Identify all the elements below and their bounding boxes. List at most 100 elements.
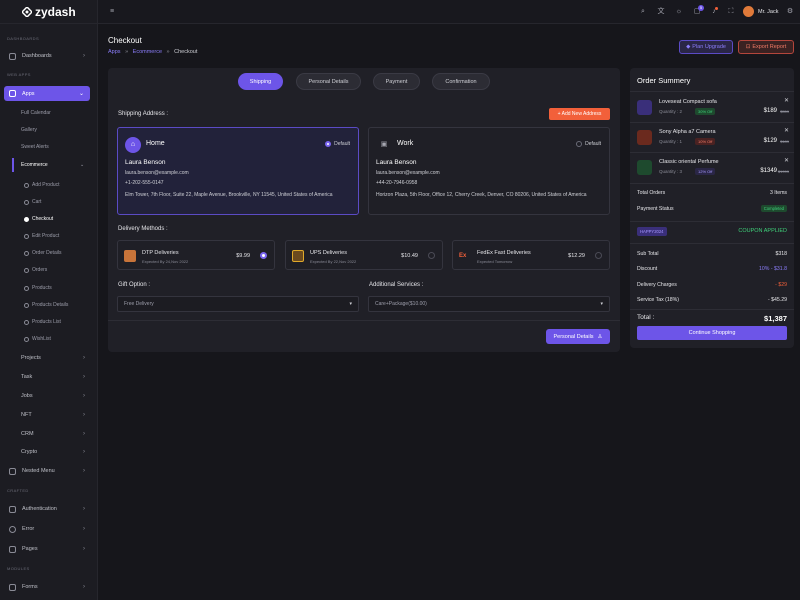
- close-icon[interactable]: ✕: [784, 157, 789, 164]
- sidebar-item-orders[interactable]: Orders: [24, 267, 47, 273]
- brand-logo[interactable]: zydash: [0, 0, 97, 24]
- sidebar-item-label: Task: [21, 374, 33, 380]
- radio-selected-icon: [325, 141, 332, 147]
- sidebar-item-sweet-alerts[interactable]: Sweet Alerts: [21, 144, 49, 150]
- fedex-logo-icon: Ex: [459, 253, 467, 259]
- item-old-price: $189: [780, 139, 789, 144]
- total-orders-value: 3 Items: [769, 190, 787, 196]
- sidebar-item-projects[interactable]: Projects ›: [9, 352, 91, 364]
- export-report-button[interactable]: ⊡ Export Report: [738, 40, 794, 54]
- sidebar-item-cart[interactable]: Cart: [24, 199, 41, 205]
- plan-upgrade-label: Plan Upgrade: [692, 44, 726, 50]
- sidebar-item-products-details[interactable]: Products Details: [24, 302, 68, 308]
- cart-count-badge: 5: [698, 5, 704, 11]
- sidebar-item-ecommerce[interactable]: Ecommerce: [21, 162, 48, 168]
- additional-services-select[interactable]: Care+Package($10.00) ▾: [368, 296, 610, 312]
- sidebar-item-products-list[interactable]: Products List: [24, 319, 61, 325]
- plan-upgrade-button[interactable]: ◆ Plan Upgrade: [679, 40, 733, 54]
- address-card-home[interactable]: ⌂ Home Default Laura Benson laura.benson…: [117, 127, 359, 215]
- radio-selected-icon[interactable]: [260, 252, 267, 259]
- sidebar-item-checkout[interactable]: Checkout: [24, 216, 53, 222]
- tab-payment[interactable]: Payment: [373, 73, 420, 90]
- menu-icon[interactable]: ≡: [108, 8, 116, 16]
- breadcrumb-ecommerce[interactable]: Ecommerce: [133, 49, 162, 55]
- discount-row: Discount 10% - $31.8: [637, 266, 787, 272]
- apps-icon: [9, 90, 16, 97]
- gift-option-select[interactable]: Free Delivery ▾: [117, 296, 359, 312]
- sidebar-item-label: Pages: [22, 546, 38, 552]
- export-icon: ⊡: [745, 44, 751, 50]
- item-name: Sony Alpha a7 Camera: [659, 129, 716, 135]
- avatar[interactable]: [743, 6, 754, 17]
- delivery-expected: Expected Tomorrow: [477, 259, 513, 264]
- fullscreen-icon[interactable]: ⛶: [727, 8, 735, 16]
- home-icon: ⌂: [125, 137, 141, 153]
- sidebar-item-apps[interactable]: Apps ⌄: [4, 86, 90, 101]
- pages-icon: [9, 545, 16, 553]
- sidebar-item-task[interactable]: Task ›: [9, 371, 91, 383]
- sidebar-item-dashboards[interactable]: Dashboards ›: [9, 50, 91, 62]
- sidebar-item-jobs[interactable]: Jobs ›: [9, 390, 91, 402]
- delivery-box-icon: [124, 250, 136, 262]
- lock-icon: [9, 505, 16, 513]
- nested-menu-icon: [9, 467, 16, 475]
- radio-empty-icon[interactable]: [595, 252, 602, 259]
- sidebar-item-nft[interactable]: NFT ›: [9, 409, 91, 421]
- total-orders-row: Total Orders 3 Items: [637, 190, 787, 196]
- shipping-address-label: Shipping Address :: [118, 111, 169, 117]
- sidebar-item-label: Error: [22, 526, 35, 532]
- total-label: Total :: [637, 314, 655, 321]
- coupon-status: COUPON APPLIED: [738, 228, 787, 234]
- tab-personal-details[interactable]: Personal Details: [296, 73, 361, 90]
- tab-confirmation[interactable]: Confirmation: [432, 73, 490, 90]
- total-row: Total : $1,387: [637, 314, 787, 323]
- sidebar-item-gallery[interactable]: Gallery: [21, 127, 37, 133]
- diamond-icon: ◆: [686, 44, 691, 50]
- radio-empty-icon[interactable]: [428, 252, 435, 259]
- sidebar-item-edit-product[interactable]: Edit Product: [24, 233, 59, 239]
- add-new-address-button[interactable]: + Add New Address: [549, 108, 610, 120]
- order-summary-title: Order Summery: [637, 76, 691, 85]
- user-name[interactable]: Mr. Jack: [758, 9, 778, 15]
- delivery-option-ups[interactable]: UPS Deliveries Expected By 22,Nov 2022 $…: [285, 240, 443, 270]
- tab-shipping[interactable]: Shipping: [238, 73, 283, 90]
- sidebar-item-crm[interactable]: CRM ›: [9, 428, 91, 440]
- sidebar-item-error[interactable]: Error ›: [9, 523, 91, 535]
- breadcrumb-apps[interactable]: Apps: [108, 49, 121, 55]
- item-quantity: Quantity : 2: [659, 109, 683, 114]
- close-icon[interactable]: ✕: [784, 127, 789, 134]
- active-indicator: [12, 158, 14, 172]
- sidebar-item-authentication[interactable]: Authentication ›: [9, 503, 91, 515]
- section-modules: MODULES: [7, 566, 30, 571]
- sidebar-item-wishlist[interactable]: WishList: [24, 336, 51, 342]
- close-icon[interactable]: ✕: [784, 97, 789, 104]
- logo-icon: [22, 6, 32, 17]
- address-card-work[interactable]: ▣ Work Default Laura Benson laura.benson…: [368, 127, 610, 215]
- item-quantity: Quantity : 1: [659, 139, 683, 144]
- delivery-option-fedex[interactable]: Ex FedEx Fast Deliveries Expected Tomorr…: [452, 240, 610, 270]
- theme-icon[interactable]: ☼: [675, 8, 683, 16]
- page-title: Checkout: [108, 36, 142, 45]
- sidebar-item-forms[interactable]: Forms ›: [9, 581, 91, 593]
- section-crafted: CRAFTED: [7, 488, 29, 493]
- sidebar-item-order-details[interactable]: Order Details: [24, 250, 61, 256]
- export-report-label: Export Report: [752, 44, 787, 50]
- service-tax-row: Service Tax (18%) - $45.29: [637, 297, 787, 303]
- search-icon[interactable]: ⌕: [639, 8, 647, 16]
- section-web-apps: WEB APPS: [7, 72, 31, 77]
- sidebar-item-add-product[interactable]: Add Product: [24, 182, 60, 188]
- personal-details-button[interactable]: Personal Details ♙: [546, 329, 610, 344]
- default-radio[interactable]: Default: [576, 141, 601, 147]
- sidebar-item-crypto[interactable]: Crypto ›: [9, 446, 91, 458]
- sidebar-item-full-calendar[interactable]: Full Calendar: [21, 110, 51, 116]
- sidebar-item-nested-menu[interactable]: Nested Menu ›: [9, 465, 91, 477]
- sidebar-item-pages[interactable]: Pages ›: [9, 543, 91, 555]
- translate-icon[interactable]: 文: [657, 8, 665, 16]
- sidebar-item-products[interactable]: Products: [24, 285, 52, 291]
- forms-icon: [9, 583, 16, 591]
- continue-shopping-button[interactable]: Continue Shopping: [637, 326, 787, 340]
- delivery-option-dtp[interactable]: DTP Deliveries Expected By 24,Nov 2022 $…: [117, 240, 275, 270]
- default-radio[interactable]: Default: [325, 141, 350, 147]
- radio-empty-icon: [576, 141, 583, 147]
- settings-icon[interactable]: ⚙: [786, 8, 794, 16]
